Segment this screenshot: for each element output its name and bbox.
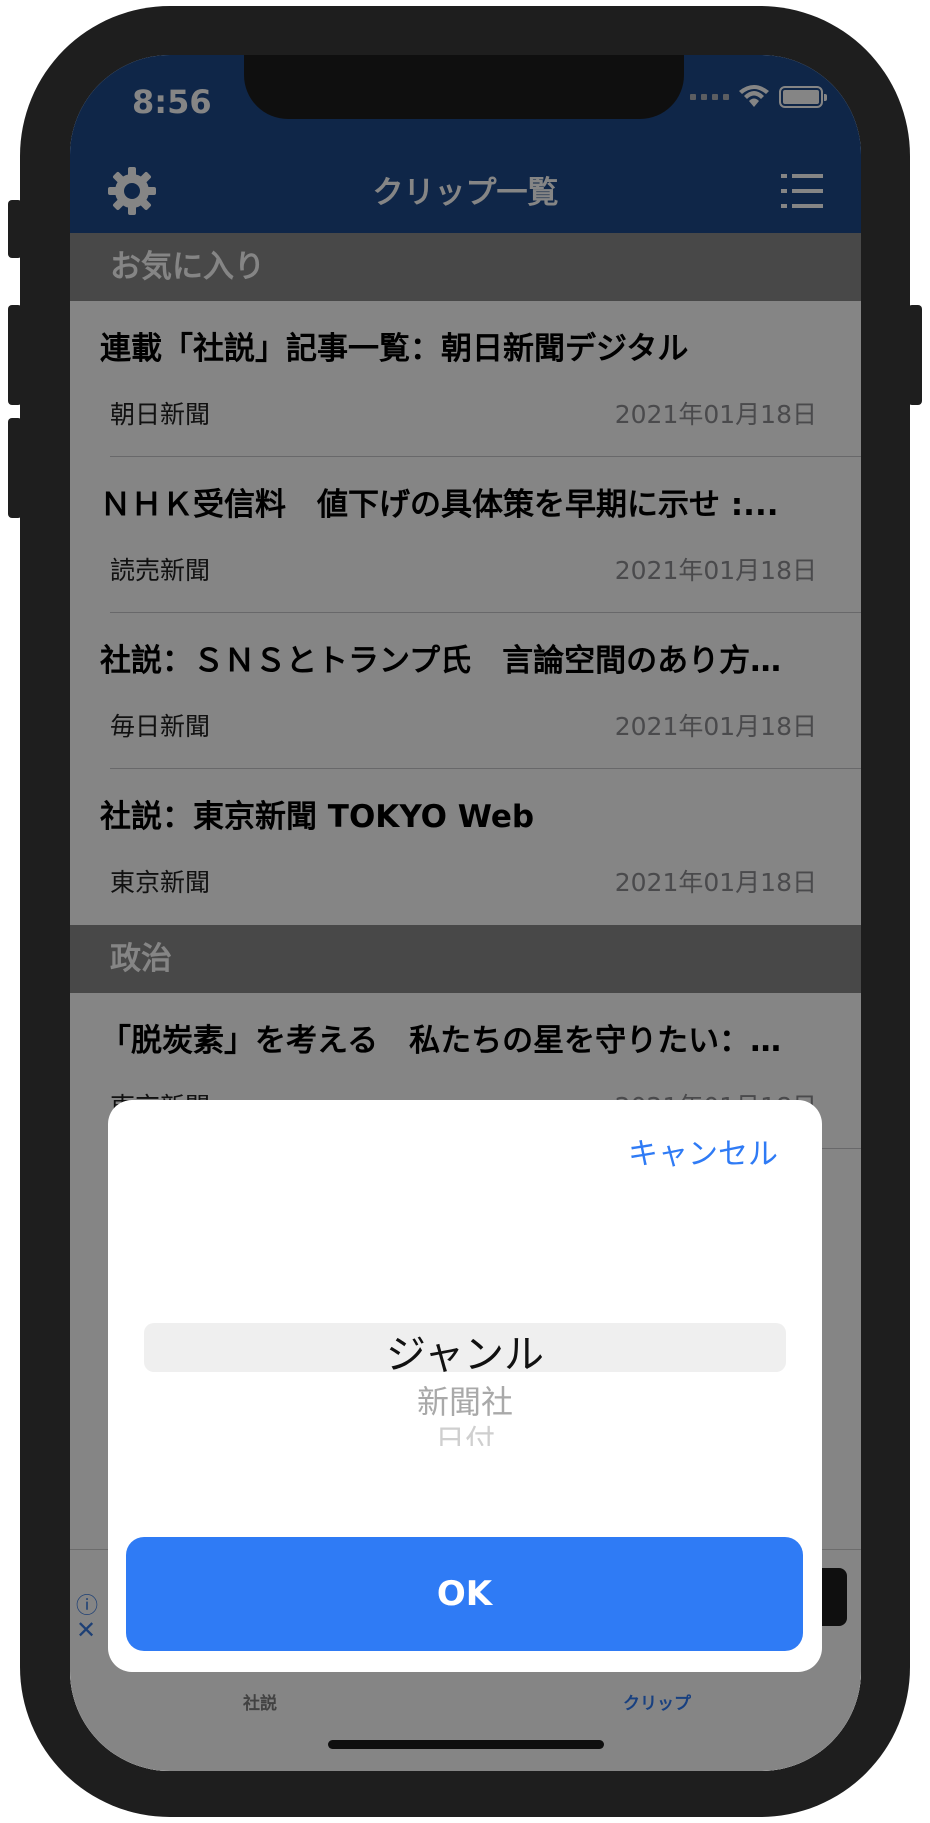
- picker-option[interactable]: 日付: [108, 1416, 822, 1446]
- power-button: [908, 305, 922, 405]
- cancel-button[interactable]: キャンセル: [622, 1128, 784, 1174]
- app-screen: 8:56 クリップ一覧 お気に入り 連載「社説」記事一覧：朝日新聞デジタル 朝日…: [70, 55, 861, 1771]
- ok-button[interactable]: OK: [126, 1537, 803, 1651]
- sort-picker-sheet: キャンセル ジャンル 新聞社 日付 OK: [108, 1100, 822, 1672]
- volume-up-button: [8, 305, 22, 405]
- volume-down-button: [8, 418, 22, 518]
- picker-option-selected[interactable]: ジャンル: [108, 1322, 822, 1380]
- mute-switch: [8, 200, 22, 258]
